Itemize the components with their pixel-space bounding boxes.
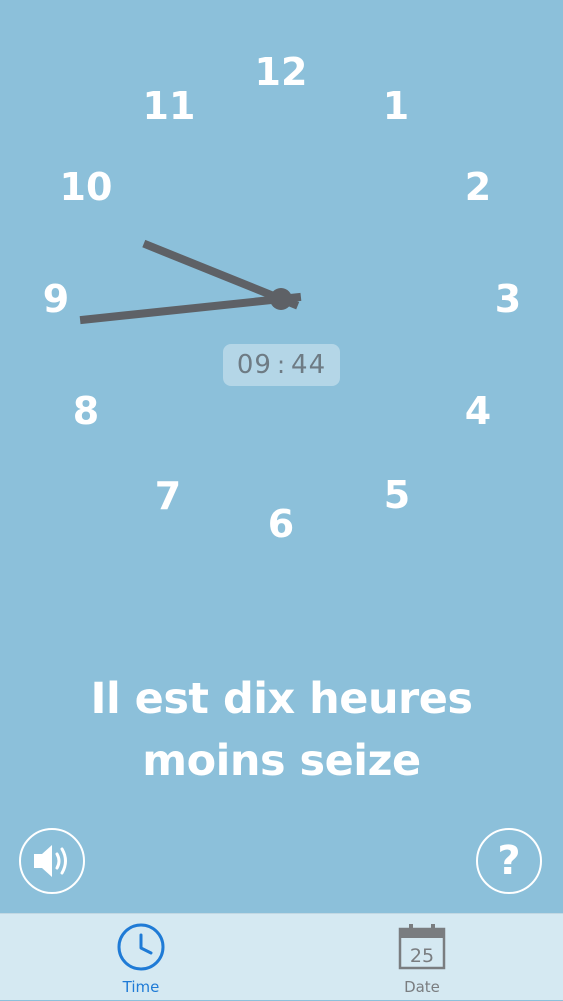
minute-hand xyxy=(79,292,302,325)
time-phrase: Il est dix heures moins seize xyxy=(0,668,563,792)
time-phrase-line1: Il est dix heures xyxy=(90,674,473,724)
calendar-icon: 25 xyxy=(398,924,446,970)
tab-date-label: Date xyxy=(404,978,440,996)
clock-pivot xyxy=(270,288,292,310)
digital-minutes: 44 xyxy=(291,350,327,380)
digital-separator: : xyxy=(276,351,287,379)
app-screen: 12 1 2 3 4 5 6 7 8 9 10 11 09 : 44 Il es… xyxy=(0,0,563,1000)
speaker-icon xyxy=(34,845,67,877)
clock-hands xyxy=(79,239,302,325)
analog-clock: 12 1 2 3 4 5 6 7 8 9 10 11 xyxy=(0,0,563,620)
calendar-day: 25 xyxy=(410,945,434,967)
digital-hours: 09 xyxy=(236,350,272,380)
digital-time-display: 09 : 44 xyxy=(223,344,340,386)
clock-icon xyxy=(117,923,165,971)
time-phrase-line2: moins seize xyxy=(142,736,421,786)
tab-time-label: Time xyxy=(122,978,160,996)
tab-time[interactable]: Time xyxy=(91,914,191,1001)
tab-bar: Time 25 Date xyxy=(0,913,563,1000)
tab-date[interactable]: 25 Date xyxy=(372,914,472,1001)
help-button[interactable]: ? xyxy=(476,828,542,894)
sound-button[interactable] xyxy=(19,828,85,894)
help-button-label: ? xyxy=(497,838,521,884)
